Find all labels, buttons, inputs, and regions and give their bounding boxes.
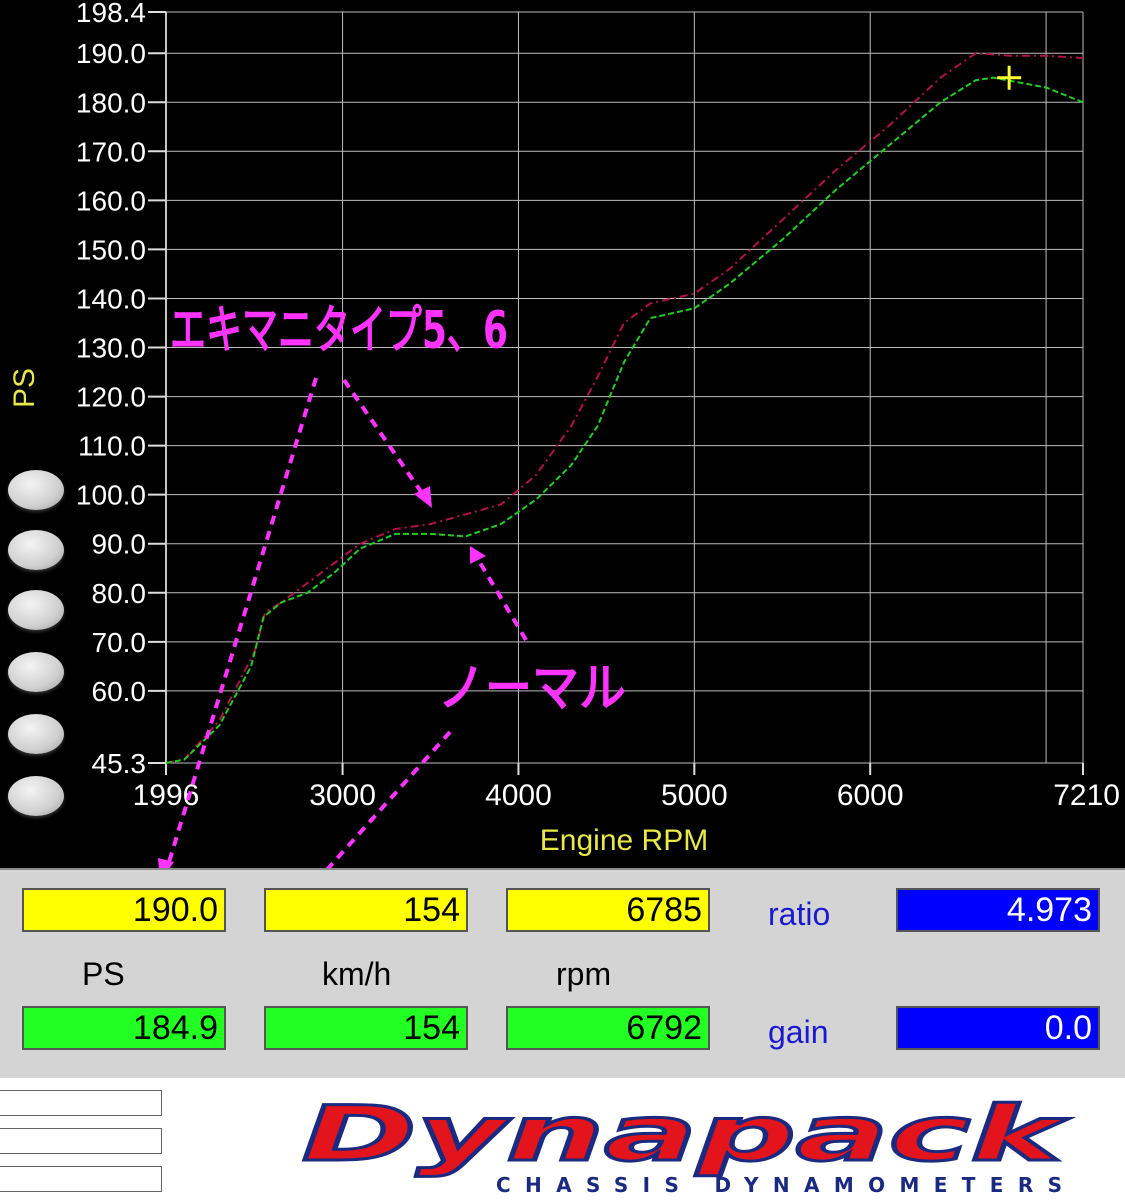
gain-value: 0.0: [896, 1006, 1100, 1050]
kmh-value-modified: 154: [264, 888, 468, 932]
chart-background: [0, 0, 1125, 868]
y-tick-label: 80.0: [92, 578, 147, 609]
y-tick-label: 180.0: [76, 87, 146, 118]
y-tick-label: 110.0: [78, 431, 146, 462]
y-tick-label: 90.0: [92, 529, 147, 560]
footer: Dynapack CHASSIS DYNAMOMETERS: [0, 1078, 1125, 1200]
annotation-normal-label: ノーマル: [438, 659, 626, 719]
y-tick-label: 190.0: [76, 38, 146, 69]
ratio-value: 4.973: [896, 888, 1100, 932]
x-tick-label: 6000: [837, 779, 904, 812]
dynapack-logo: Dynapack CHASSIS DYNAMOMETERS: [301, 1092, 1072, 1196]
kmh-value-normal: 154: [264, 1006, 468, 1050]
y-tick-label: 150.0: [76, 234, 146, 265]
y-tick-label: 130.0: [76, 333, 146, 364]
footer-field-2[interactable]: [0, 1128, 162, 1154]
ps-value-modified: 190.0: [22, 888, 226, 932]
dynapack-logo-text: Dynapack: [302, 1092, 1070, 1178]
side-button-6[interactable]: [8, 776, 64, 816]
x-tick-label: 4000: [485, 779, 552, 812]
y-tick-label: 60.0: [92, 676, 147, 707]
y-tick-label: 45.3: [92, 748, 147, 779]
side-button-3[interactable]: [8, 590, 64, 630]
y-tick-label: 160.0: [76, 185, 146, 216]
gain-label: gain: [768, 1014, 829, 1050]
y-tick-label: 70.0: [92, 627, 147, 658]
ps-unit-label: PS: [82, 956, 125, 992]
y-tick-label: 198.4: [76, 0, 146, 28]
rpm-value-normal: 6792: [506, 1006, 710, 1050]
ratio-label: ratio: [768, 896, 831, 932]
ps-value-normal: 184.9: [22, 1006, 226, 1050]
side-button-5[interactable]: [8, 714, 64, 754]
readout-panel: 190.0 154 6785 ratio 4.973 PS km/h rpm 1…: [0, 868, 1125, 1078]
side-button-1[interactable]: [8, 470, 64, 510]
rpm-value-modified: 6785: [506, 888, 710, 932]
y-tick-label: 140.0: [76, 283, 146, 314]
dyno-chart: 198.4 190.0 180.0 170.0 160.0 150.0 140.0 130.0…: [0, 0, 1125, 868]
x-tick-label: 7210: [1053, 779, 1120, 812]
x-tick-label: 3000: [309, 779, 376, 812]
rpm-unit-label: rpm: [556, 956, 612, 992]
y-tick-label: 100.0: [76, 480, 146, 511]
x-tick-label: 5000: [661, 779, 728, 812]
side-button-2[interactable]: [8, 530, 64, 570]
y-tick-label: 170.0: [76, 136, 146, 167]
kmh-unit-label: km/h: [322, 956, 392, 992]
annotation-modified-label: エキマニタイプ5、6: [170, 301, 508, 361]
side-button-4[interactable]: [8, 652, 64, 692]
footer-field-3[interactable]: [0, 1166, 162, 1192]
y-tick-label: 120.0: [76, 382, 146, 413]
y-axis-title: PS: [8, 368, 41, 408]
footer-field-1[interactable]: [0, 1090, 162, 1116]
x-axis-title: Engine RPM: [540, 824, 708, 857]
